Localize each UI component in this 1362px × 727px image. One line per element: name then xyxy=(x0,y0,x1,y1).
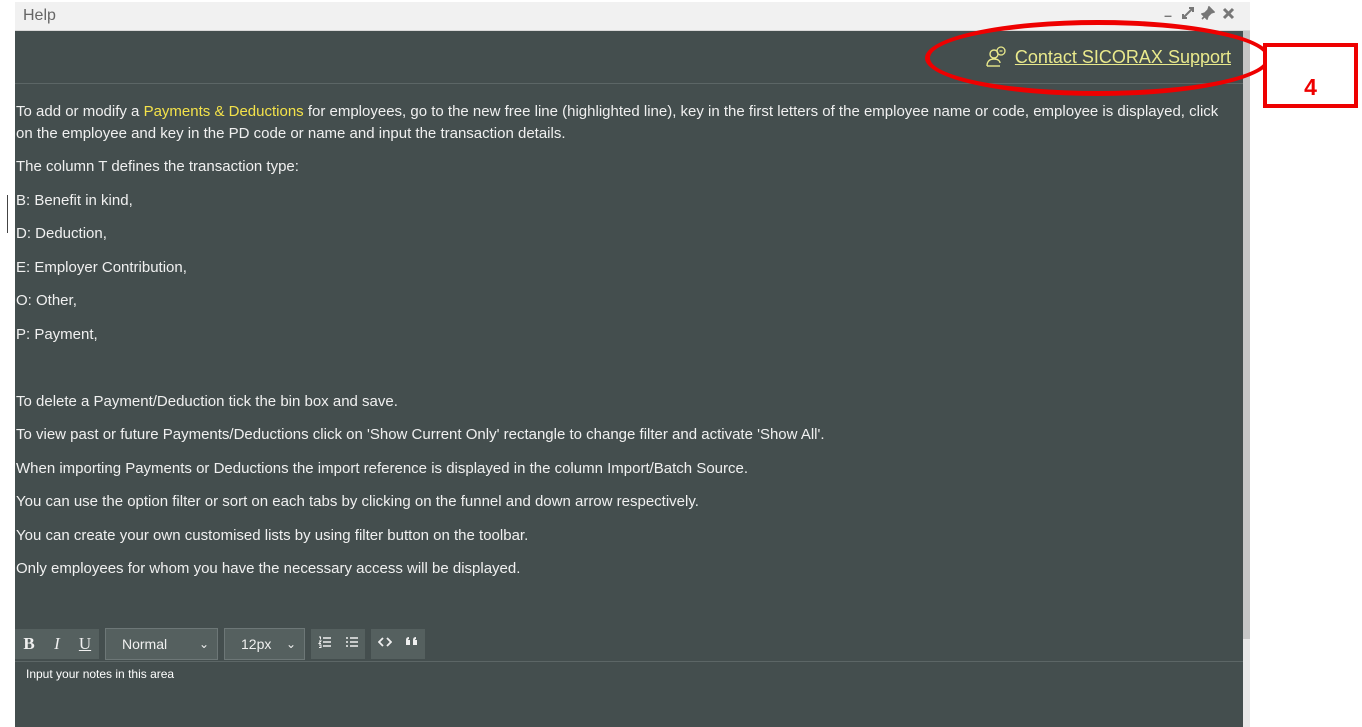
expand-icon[interactable] xyxy=(1180,6,1196,24)
note-filter-sort: You can use the option filter or sort on… xyxy=(16,493,699,510)
bullet-list-icon[interactable] xyxy=(338,629,365,659)
italic-button[interactable]: I xyxy=(43,629,71,659)
note-import: When importing Payments or Deductions th… xyxy=(16,460,749,477)
annotation-callout-number: 4 xyxy=(1263,43,1358,108)
code-icon[interactable] xyxy=(371,629,398,659)
content-scrollbar-thumb[interactable] xyxy=(1243,31,1250,639)
quote-icon[interactable] xyxy=(398,629,425,659)
note-view-past: To view past or future Payments/Deductio… xyxy=(16,426,825,443)
intro-paragraph: To add or modify a Payments & Deductions… xyxy=(16,101,1236,145)
help-window-screen: Help – Contact SICORAX Support To add or… xyxy=(0,0,1362,727)
window-title: Help xyxy=(23,7,56,24)
type-item-other: O: Other, xyxy=(16,292,77,309)
type-heading: The column T defines the transaction typ… xyxy=(16,158,299,175)
help-content: To add or modify a Payments & Deductions… xyxy=(16,101,1236,580)
note-delete: To delete a Payment/Deduction tick the b… xyxy=(16,393,398,410)
help-panel: Contact SICORAX Support To add or modify… xyxy=(15,31,1243,727)
format-select-value: Normal xyxy=(122,636,168,652)
underline-button[interactable]: U xyxy=(71,629,99,659)
notes-placeholder: Input your notes in this area xyxy=(26,667,175,681)
type-item-deduction: D: Deduction, xyxy=(16,225,107,242)
notes-input[interactable]: Input your notes in this area xyxy=(15,661,1243,719)
text-style-group: B I U xyxy=(15,629,99,659)
editor-toolbar: B I U Normal ⌄ 12px ⌄ xyxy=(15,628,431,660)
format-select[interactable]: Normal ⌄ xyxy=(105,628,218,660)
intro-highlight: Payments & Deductions xyxy=(143,103,304,120)
type-item-payment: P: Payment, xyxy=(16,326,98,343)
type-item-employer-contribution: E: Employer Contribution, xyxy=(16,259,187,276)
window-controls: – xyxy=(1160,5,1236,24)
minimize-icon[interactable]: – xyxy=(1160,6,1176,24)
note-custom-lists: You can create your own customised lists… xyxy=(16,527,529,544)
intro-text-start: To add or modify a xyxy=(16,103,144,120)
note-access: Only employees for whom you have the nec… xyxy=(16,560,521,577)
font-size-select-value: 12px xyxy=(241,636,272,652)
chevron-down-icon: ⌄ xyxy=(285,637,296,651)
bold-button[interactable]: B xyxy=(15,629,43,659)
list-group xyxy=(311,629,365,659)
content-scrollbar-track[interactable] xyxy=(1243,639,1250,727)
pin-icon[interactable] xyxy=(1200,5,1216,24)
ordered-list-icon[interactable] xyxy=(311,629,338,659)
insert-group xyxy=(371,629,425,659)
left-edge-divider xyxy=(7,195,8,233)
font-size-select[interactable]: 12px ⌄ xyxy=(224,628,305,660)
close-icon[interactable] xyxy=(1220,6,1236,24)
chevron-down-icon: ⌄ xyxy=(198,637,209,651)
annotation-ellipse xyxy=(925,20,1271,96)
type-item-benefit: B: Benefit in kind, xyxy=(16,192,133,209)
